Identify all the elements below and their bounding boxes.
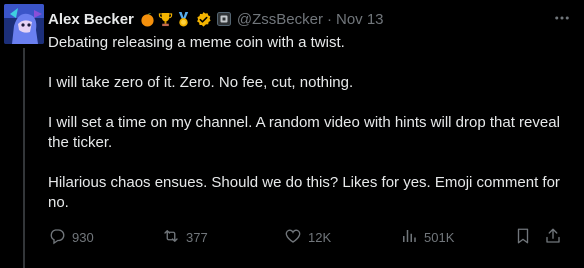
repost-button[interactable]: 377 — [162, 226, 208, 248]
bookmark-icon — [514, 227, 532, 248]
views-button[interactable]: 501K — [400, 226, 454, 248]
avatar[interactable] — [4, 4, 44, 44]
tweet-date[interactable]: Nov 13 — [336, 11, 384, 28]
analytics-icon — [400, 227, 418, 248]
tweet-header: Alex Becker @ZssBecker · Nov 13 — [48, 8, 544, 30]
tweet-paragraph: Debating releasing a meme coin with a tw… — [48, 34, 345, 51]
reply-button[interactable]: 930 — [48, 226, 94, 248]
name-emojis — [140, 11, 192, 27]
like-button[interactable]: 12K — [284, 226, 331, 248]
tweet-paragraph: Hilarious chaos ensues. Should we do thi… — [48, 174, 560, 211]
reply-icon — [48, 227, 66, 248]
reply-count: 930 — [72, 229, 94, 245]
verified-badge-icon[interactable] — [195, 11, 212, 28]
tweet-paragraph: I will take zero of it. Zero. No fee, cu… — [48, 74, 354, 91]
trophy-icon — [158, 11, 174, 27]
repost-count: 377 — [186, 229, 208, 245]
medal-icon — [176, 11, 192, 27]
tweet-actions: 930 377 12K 501K — [48, 226, 564, 248]
orange-icon — [140, 11, 156, 27]
share-icon — [544, 227, 562, 248]
heart-icon — [284, 227, 302, 248]
affiliate-badge-icon[interactable] — [216, 12, 231, 26]
like-count: 12K — [308, 229, 332, 245]
more-options-icon[interactable] — [552, 8, 572, 28]
share-button[interactable] — [544, 226, 562, 248]
bookmark-button[interactable] — [514, 226, 532, 248]
repost-icon — [162, 227, 180, 248]
author-name[interactable]: Alex Becker — [48, 11, 134, 28]
views-count: 501K — [424, 229, 455, 245]
tweet-text: Debating releasing a meme coin with a tw… — [48, 33, 572, 213]
author-handle[interactable]: @ZssBecker — [237, 11, 323, 28]
tweet-paragraph: I will set a time on my channel. A rando… — [48, 114, 560, 151]
separator-dot: · — [326, 10, 332, 28]
thread-line — [23, 48, 25, 268]
